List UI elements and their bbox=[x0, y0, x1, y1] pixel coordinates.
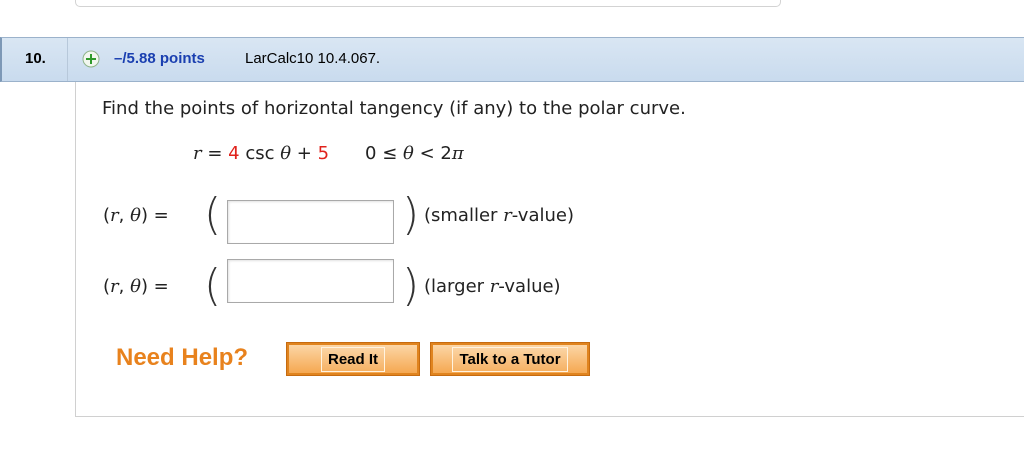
question-reference: LarCalc10 10.4.067. bbox=[245, 50, 381, 67]
domain-lo: 0 ≤ bbox=[365, 143, 404, 164]
question-header: 10. –/5.88 points LarCalc10 10.4.067. bbox=[0, 37, 1024, 82]
answer-label-2: (r, θ) = bbox=[103, 276, 169, 297]
close-paren-1: ) bbox=[402, 189, 420, 240]
answer-note-2: (larger r-value) bbox=[424, 276, 561, 297]
open-paren-1: ( bbox=[204, 189, 222, 240]
answer-input-larger-r[interactable] bbox=[227, 259, 394, 303]
read-it-label: Read It bbox=[320, 346, 385, 372]
talk-to-tutor-label: Talk to a Tutor bbox=[452, 346, 568, 372]
points-value: –/5.88 points bbox=[114, 50, 205, 67]
question-number: 10. bbox=[25, 50, 46, 67]
eq-plus: + bbox=[291, 143, 318, 164]
need-help-label: Need Help? bbox=[116, 344, 249, 371]
domain-pi: π bbox=[451, 143, 464, 164]
eq-r: r bbox=[193, 143, 202, 164]
open-paren-2: ( bbox=[204, 260, 222, 311]
polar-equation: r = 4 csc θ + 5 0 ≤ θ < 2π bbox=[193, 143, 464, 164]
answer-label-1: (r, θ) = bbox=[103, 205, 169, 226]
eq-func: csc bbox=[239, 143, 281, 164]
expand-plus-icon[interactable] bbox=[82, 50, 100, 68]
previous-question-box bbox=[75, 0, 781, 7]
answer-input-smaller-r[interactable] bbox=[227, 200, 394, 244]
eq-theta: θ bbox=[280, 143, 292, 164]
talk-to-tutor-button[interactable]: Talk to a Tutor bbox=[430, 342, 590, 376]
domain-hi: < 2 bbox=[413, 143, 452, 164]
eq-coef1: 4 bbox=[228, 143, 240, 164]
eq-equals: = bbox=[201, 143, 229, 164]
close-paren-2: ) bbox=[402, 260, 420, 311]
answer-note-1: (smaller r-value) bbox=[424, 205, 574, 226]
eq-coef2: 5 bbox=[317, 143, 330, 164]
domain-theta: θ bbox=[403, 143, 414, 164]
question-prompt: Find the points of horizontal tangency (… bbox=[102, 98, 686, 119]
question-number-cell: 10. bbox=[2, 38, 68, 81]
read-it-button[interactable]: Read It bbox=[286, 342, 420, 376]
